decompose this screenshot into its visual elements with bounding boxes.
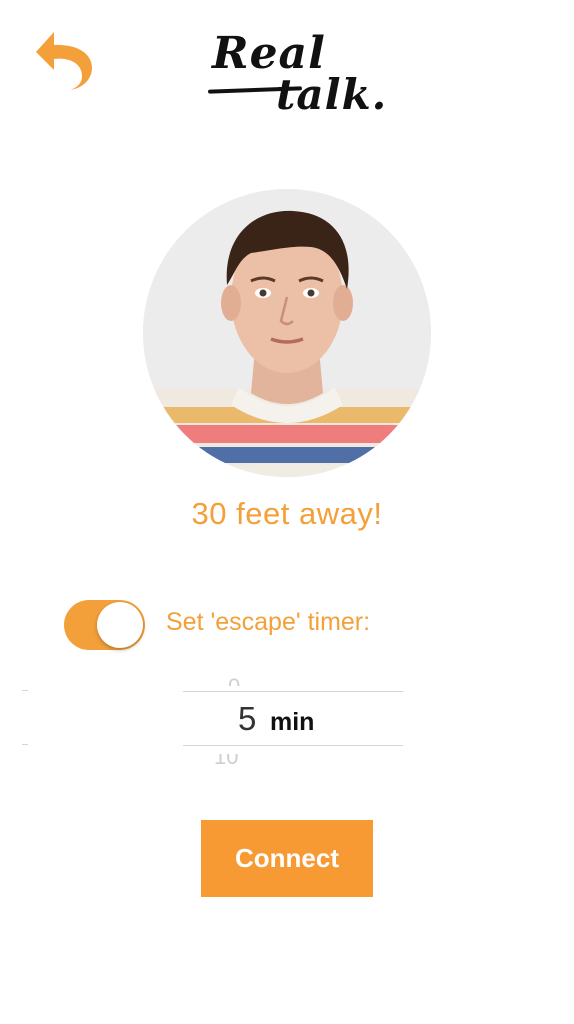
picker-edge-mark [22, 744, 28, 745]
distance-text: 30 feet away! [191, 496, 383, 531]
picker-edge-mark [22, 690, 28, 691]
timer-picker[interactable]: 0 5 min 10 [0, 668, 574, 768]
escape-timer-toggle[interactable] [64, 600, 145, 650]
app-logo: Real talk. [206, 28, 386, 124]
profile-photo [143, 189, 431, 477]
picker-unit: min [270, 708, 315, 736]
picker-divider-top [183, 691, 403, 692]
connect-button[interactable]: Connect [201, 820, 373, 897]
picker-selected-value[interactable]: 5 [238, 700, 256, 738]
picker-option-below[interactable]: 10 [214, 754, 238, 764]
logo-text-talk: talk. [276, 70, 388, 119]
escape-timer-label: Set 'escape' timer: [166, 608, 371, 636]
picker-divider-bottom [183, 745, 403, 746]
undo-arrow-icon [36, 32, 92, 90]
back-button[interactable] [32, 26, 94, 96]
picker-option-above[interactable]: 0 [228, 676, 240, 686]
toggle-knob [97, 602, 143, 648]
